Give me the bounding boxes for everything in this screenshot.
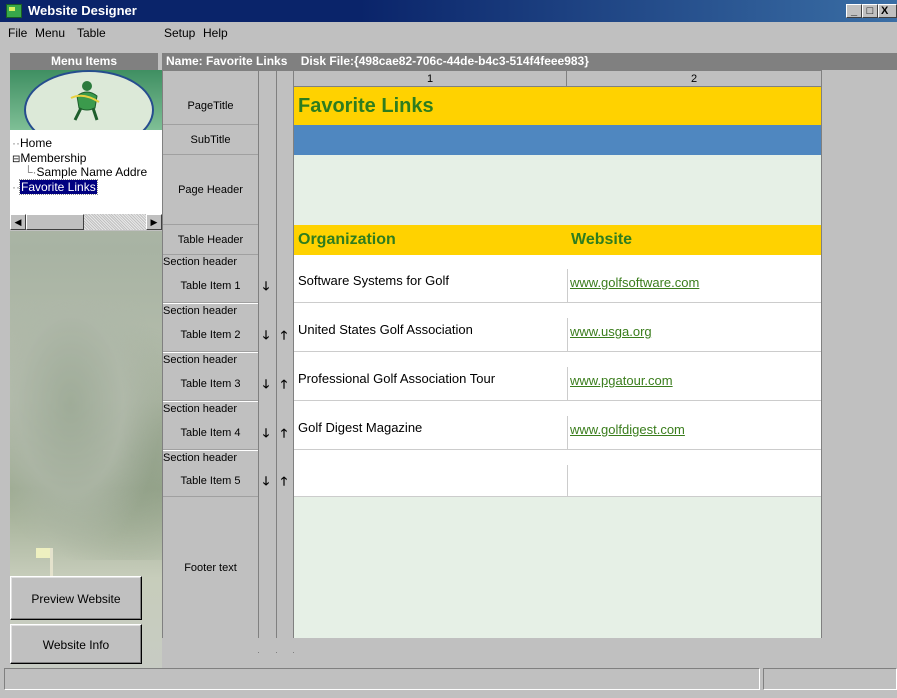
corner-cell bbox=[163, 71, 258, 88]
row-label-section-header[interactable]: Section header bbox=[163, 402, 258, 416]
row-label-subtitle[interactable]: SubTitle bbox=[163, 125, 258, 155]
status-panel-main bbox=[4, 668, 760, 690]
page-header-cell[interactable] bbox=[294, 155, 821, 225]
row-label-footer[interactable]: Footer text bbox=[163, 497, 258, 639]
row-label-table-item[interactable]: Table Item 1 bbox=[163, 269, 258, 303]
row-label-section-header[interactable]: Section header bbox=[163, 255, 258, 269]
status-bar bbox=[0, 668, 897, 698]
row-label-section-header[interactable]: Section header bbox=[163, 304, 258, 318]
move-down-button[interactable]: 🡓 bbox=[259, 470, 273, 492]
row-label-page-header[interactable]: Page Header bbox=[163, 155, 258, 225]
table-item-org[interactable]: Golf Digest Magazine bbox=[294, 416, 567, 450]
flag-image bbox=[36, 548, 50, 558]
control-divider bbox=[276, 71, 277, 653]
title-bar: Website Designer _ □ X bbox=[0, 0, 897, 22]
menu-bar: File Menu Table Setup Help bbox=[0, 22, 897, 44]
row-label-section-header[interactable]: Section header bbox=[163, 451, 258, 465]
move-down-button[interactable]: 🡓 bbox=[259, 422, 273, 444]
column-header-2[interactable]: 2 bbox=[567, 71, 821, 87]
table-item-site[interactable]: www.golfsoftware.com bbox=[567, 269, 821, 303]
page-title-cell[interactable]: Favorite Links bbox=[294, 87, 821, 125]
table-header-website[interactable]: Website bbox=[567, 225, 821, 255]
window-title: Website Designer bbox=[28, 3, 137, 18]
status-panel-secondary bbox=[763, 668, 897, 690]
minimize-button[interactable]: _ bbox=[846, 4, 862, 18]
row-label-section-header[interactable]: Section header bbox=[163, 353, 258, 367]
preview-website-button[interactable]: Preview Website bbox=[10, 576, 142, 620]
tree-item-sample[interactable]: └·Sample Name Addre bbox=[24, 165, 147, 179]
page-info-text: Name: Favorite Links Disk File:{498cae82… bbox=[166, 54, 589, 68]
row-label-table-item[interactable]: Table Item 2 bbox=[163, 318, 258, 352]
table-item-site[interactable]: www.usga.org bbox=[567, 318, 821, 352]
table-item-org[interactable]: Software Systems for Golf bbox=[294, 269, 567, 303]
move-down-button[interactable]: 🡓 bbox=[259, 324, 273, 346]
menu-setup[interactable]: Setup bbox=[164, 26, 195, 40]
left-panel: ··Home ⊟Membership └·Sample Name Addre ·… bbox=[10, 70, 162, 668]
move-up-button[interactable]: 🡑 bbox=[277, 422, 291, 444]
table-item-site[interactable]: www.golfdigest.com bbox=[567, 416, 821, 450]
subtitle-cell[interactable] bbox=[294, 125, 821, 155]
scroll-left-button[interactable]: ◀ bbox=[10, 214, 26, 230]
close-button[interactable]: X bbox=[878, 4, 897, 18]
row-label-page-title[interactable]: PageTitle bbox=[163, 87, 258, 125]
table-item-org[interactable]: Professional Golf Association Tour bbox=[294, 367, 567, 401]
footer-cell[interactable] bbox=[294, 497, 821, 639]
scroll-right-button[interactable]: ▶ bbox=[146, 214, 162, 230]
row-label-table-item[interactable]: Table Item 4 bbox=[163, 416, 258, 450]
page-layout-grid: 1 2 PageTitle Favorite Links SubTitle Pa… bbox=[162, 70, 822, 653]
row-label-table-header[interactable]: Table Header bbox=[163, 225, 258, 255]
move-down-button[interactable]: 🡓 bbox=[259, 373, 273, 395]
table-item-org[interactable]: United States Golf Association bbox=[294, 318, 567, 352]
background-image bbox=[10, 300, 162, 560]
table-item-org[interactable] bbox=[294, 465, 567, 497]
tree-item-favorite-links[interactable]: ··Favorite Links bbox=[12, 179, 98, 195]
page-info-header: Name: Favorite Links Disk File:{498cae82… bbox=[162, 53, 897, 70]
table-item-site[interactable]: www.pgatour.com bbox=[567, 367, 821, 401]
menu-tree: ··Home ⊟Membership └·Sample Name Addre ·… bbox=[10, 130, 162, 224]
scroll-thumb[interactable] bbox=[26, 214, 84, 230]
right-empty-area bbox=[822, 70, 897, 652]
tree-horizontal-scrollbar[interactable]: ◀ ▶ bbox=[10, 214, 162, 231]
tree-item-home[interactable]: ··Home bbox=[12, 136, 52, 150]
app-icon bbox=[6, 4, 22, 18]
move-up-button[interactable]: 🡑 bbox=[277, 373, 291, 395]
move-up-button[interactable]: 🡑 bbox=[277, 324, 291, 346]
menu-menu[interactable]: Menu bbox=[35, 26, 65, 40]
menu-file[interactable]: File bbox=[8, 26, 27, 40]
menu-help[interactable]: Help bbox=[203, 26, 228, 40]
row-label-table-item[interactable]: Table Item 5 bbox=[163, 465, 258, 497]
logo bbox=[10, 70, 162, 130]
golfer-icon bbox=[70, 81, 100, 121]
row-label-table-item[interactable]: Table Item 3 bbox=[163, 367, 258, 401]
menu-table[interactable]: Table bbox=[77, 26, 106, 40]
grid-bottom-edge bbox=[162, 638, 822, 652]
website-info-button[interactable]: Website Info bbox=[10, 624, 142, 664]
move-down-button[interactable]: 🡓 bbox=[259, 275, 273, 297]
tree-item-membership[interactable]: ⊟Membership bbox=[12, 151, 86, 165]
menu-items-header: Menu Items bbox=[10, 53, 158, 70]
scroll-track[interactable] bbox=[84, 214, 146, 230]
move-up-button[interactable]: 🡑 bbox=[277, 470, 291, 492]
table-item-site[interactable] bbox=[567, 465, 821, 497]
maximize-button[interactable]: □ bbox=[862, 4, 878, 18]
column-header-1[interactable]: 1 bbox=[294, 71, 567, 87]
table-header-organization[interactable]: Organization bbox=[294, 225, 567, 255]
